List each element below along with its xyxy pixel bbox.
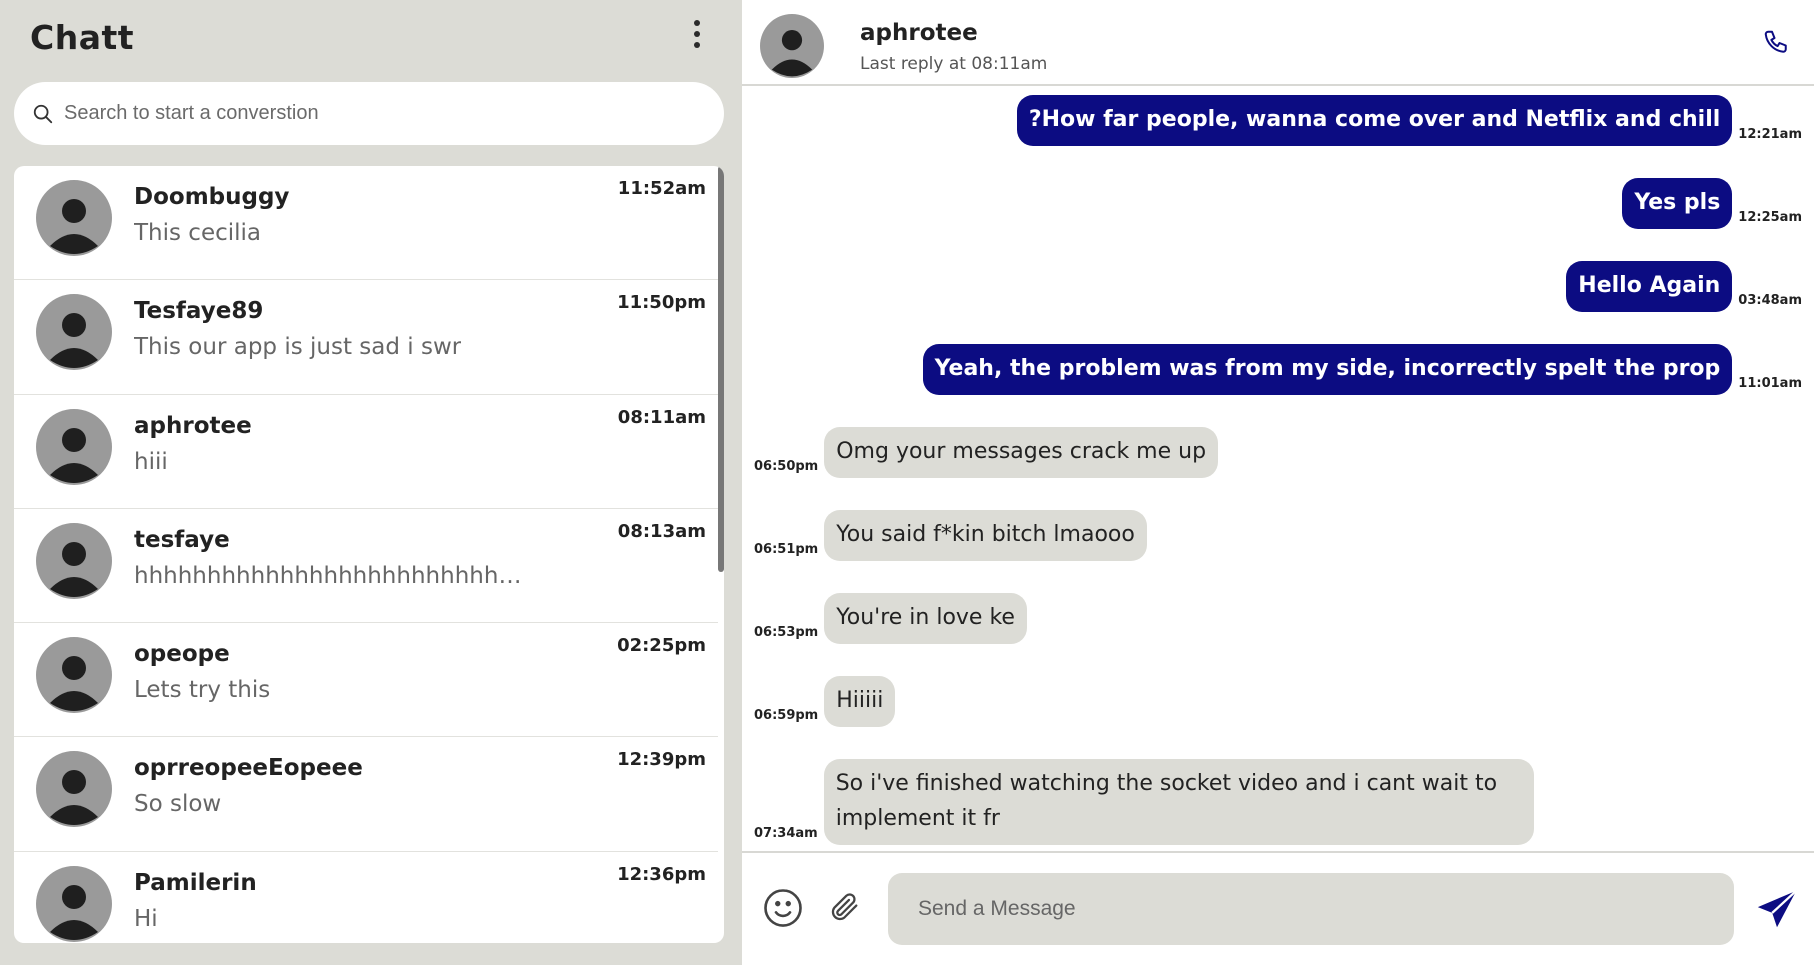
- conversation-time: 11:50pm: [617, 292, 706, 314]
- conversation-time: 12:36pm: [617, 863, 706, 885]
- conversation-name: oprreopeeEopeee: [134, 755, 363, 782]
- message-time: 12:25am: [1738, 210, 1802, 225]
- conversation-name: Tesfaye89: [134, 298, 264, 325]
- user-avatar-icon[interactable]: [760, 14, 824, 78]
- conversation-name: Pamilerin: [134, 869, 257, 896]
- message-text: ?How far people, wanna come over and Net…: [1016, 95, 1733, 146]
- conversation-preview: So slow: [134, 791, 222, 818]
- incoming-message: 06:51pm You said f*kin bitch lmaooo: [754, 510, 1147, 561]
- message-text: Hello Again: [1566, 261, 1733, 312]
- conversation-name: aphrotee: [134, 412, 252, 439]
- outgoing-message: ?How far people, wanna come over and Net…: [1016, 95, 1802, 146]
- phone-icon[interactable]: [1762, 28, 1792, 58]
- message-composer: [742, 851, 1814, 965]
- search-icon: [33, 104, 53, 123]
- conversation-preview: Hi: [134, 905, 158, 932]
- message-time: 06:50pm: [754, 459, 819, 474]
- conversation-preview: This cecilia: [134, 220, 262, 246]
- conversation-name: opeope: [134, 641, 230, 668]
- conversation-preview: Lets try this: [134, 677, 271, 704]
- conversation-item[interactable]: Doombuggy This cecilia 11:52am: [14, 166, 718, 281]
- incoming-message: 06:53pm You're in love ke: [754, 593, 1027, 644]
- message-time: 06:51pm: [754, 542, 819, 557]
- message-text: So i've finished watching the socket vid…: [823, 759, 1534, 845]
- paperclip-icon[interactable]: [828, 889, 862, 925]
- conversation-preview: hhhhhhhhhhhhhhhhhhhhhhhhhhhhhhhhhhhh: [134, 562, 534, 589]
- conversation-item[interactable]: Tesfaye89 This our app is just sad i swr…: [14, 280, 718, 395]
- scrollbar[interactable]: [718, 166, 724, 572]
- message-time: 03:48am: [1738, 293, 1802, 308]
- message-text: You're in love ke: [824, 593, 1027, 644]
- conversation-item[interactable]: aphrotee hiii 08:11am: [14, 395, 718, 509]
- message-input[interactable]: [888, 873, 1734, 945]
- conversation-time: 08:11am: [617, 406, 706, 428]
- outgoing-message: Yeah, the problem was from my side, inco…: [922, 344, 1802, 395]
- user-avatar-icon: [36, 751, 112, 828]
- message-text: Yes pls: [1622, 178, 1733, 229]
- conversation-time: 02:25pm: [617, 635, 706, 657]
- message-time: 06:53pm: [754, 625, 819, 640]
- conversation-item[interactable]: Pamilerin Hi 12:36pm: [14, 852, 718, 943]
- search-input[interactable]: [64, 102, 684, 125]
- conversation-item[interactable]: tesfaye hhhhhhhhhhhhhhhhhhhhhhhhhhhhhhhh…: [14, 509, 718, 624]
- outgoing-message: Yes pls 12:25am: [1622, 178, 1802, 229]
- search-bar[interactable]: [14, 82, 724, 145]
- message-list[interactable]: ?How far people, wanna come over and Net…: [742, 88, 1814, 850]
- send-icon[interactable]: [1754, 887, 1800, 933]
- message-time: 07:34am: [754, 826, 818, 841]
- chat-header: aphrotee Last reply at 08:11am: [742, 0, 1814, 86]
- outgoing-message: Hello Again 03:48am: [1566, 261, 1802, 312]
- conversation-time: 12:39pm: [617, 749, 706, 771]
- chat-contact-name: aphrotee: [860, 20, 978, 46]
- sidebar: Chatt Doombuggy This cecilia 11:52am Tes…: [0, 0, 742, 965]
- conversation-item[interactable]: opeope Lets try this 02:25pm: [14, 623, 718, 738]
- user-avatar-icon: [36, 408, 112, 485]
- app-title: Chatt: [30, 18, 135, 57]
- chat-last-reply: Last reply at 08:11am: [860, 54, 1048, 74]
- user-avatar-icon: [36, 180, 112, 256]
- message-time: 06:59pm: [754, 708, 819, 723]
- chat-pane: aphrotee Last reply at 08:11am ?How far …: [742, 0, 1814, 965]
- conversation-name: tesfaye: [134, 526, 230, 553]
- emoji-icon[interactable]: [762, 887, 804, 929]
- conversation-list[interactable]: Doombuggy This cecilia 11:52am Tesfaye89…: [14, 166, 724, 943]
- incoming-message: 06:50pm Omg your messages crack me up: [754, 427, 1219, 478]
- user-avatar-icon: [36, 294, 112, 371]
- conversation-name: Doombuggy: [134, 184, 290, 210]
- conversation-item[interactable]: oprreopeeEopeee So slow 12:39pm: [14, 737, 718, 852]
- user-avatar-icon: [36, 865, 112, 942]
- message-time: 11:01am: [1738, 376, 1802, 391]
- user-avatar-icon: [36, 637, 112, 714]
- conversation-preview: hiii: [134, 448, 168, 475]
- incoming-message: 07:34am So i've finished watching the so…: [754, 759, 1534, 845]
- message-text: Hiiiii: [824, 676, 896, 727]
- user-avatar-icon: [36, 522, 112, 599]
- conversation-time: 08:13am: [617, 520, 706, 542]
- more-vertical-icon[interactable]: [686, 18, 708, 50]
- conversation-preview: This our app is just sad i swr: [134, 334, 462, 361]
- message-text: Omg your messages crack me up: [824, 427, 1219, 478]
- incoming-message: 06:59pm Hiiiii: [754, 676, 896, 727]
- conversation-time: 11:52am: [617, 178, 706, 199]
- message-time: 12:21am: [1738, 127, 1802, 142]
- message-text: You said f*kin bitch lmaooo: [824, 510, 1147, 561]
- message-text: Yeah, the problem was from my side, inco…: [922, 344, 1733, 395]
